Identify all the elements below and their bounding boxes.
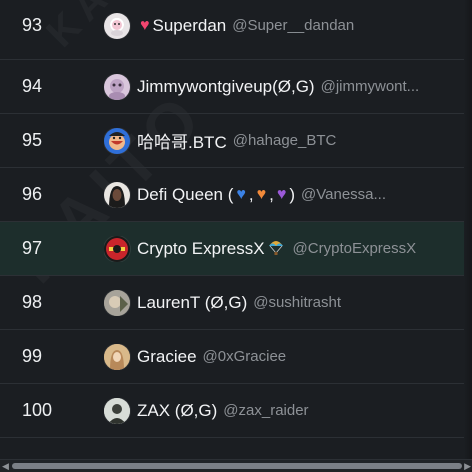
rank-cell: 100 bbox=[22, 400, 53, 420]
blue-heart-icon: ♥ bbox=[236, 185, 246, 203]
user-handle[interactable]: @0xGraciee bbox=[203, 348, 287, 365]
table-row[interactable]: 99 Graciee @0xGraciee bbox=[0, 330, 472, 384]
avatar[interactable] bbox=[104, 343, 130, 370]
separator: , bbox=[269, 184, 274, 204]
table-row[interactable]: 95 哈哈哥.BTC @hahage_BTC bbox=[0, 114, 472, 168]
rank-cell: 97 bbox=[22, 238, 43, 258]
display-name[interactable]: Jimmywontgiveup(Ø,G) bbox=[137, 77, 315, 97]
avatar-cryptoexpress bbox=[106, 237, 128, 260]
display-name[interactable]: 哈哈哥.BTC bbox=[137, 128, 227, 153]
scroll-left-icon[interactable]: ◀ bbox=[2, 461, 9, 472]
user-cell[interactable]: Defi Queen ( ♥ , ♥ , ♥ ) @Vanessa... bbox=[104, 181, 472, 208]
rank-cell: 95 bbox=[22, 130, 43, 150]
avatar[interactable] bbox=[104, 235, 130, 262]
avatar[interactable] bbox=[104, 12, 130, 39]
user-handle[interactable]: @sushitrasht bbox=[253, 294, 341, 311]
table-row[interactable]: 94 Jimmywontgiveup(Ø,G) @jimmywont... bbox=[0, 60, 472, 114]
avatar[interactable] bbox=[104, 289, 130, 316]
user-cell[interactable]: ♥ Superdan @Super__dandan bbox=[104, 12, 472, 39]
avatar-superdan bbox=[111, 19, 123, 36]
user-handle[interactable]: @jimmywont... bbox=[321, 78, 420, 95]
table-row-highlighted[interactable]: 97 Crypto ExpressX @CryptoExpressX bbox=[0, 222, 472, 276]
avatar-laurent bbox=[104, 289, 130, 316]
avatar[interactable] bbox=[104, 73, 130, 100]
close-paren: ) bbox=[289, 184, 296, 204]
user-cell[interactable]: ZAX (Ø,G) @zax_raider bbox=[104, 397, 472, 424]
scroll-right-icon[interactable]: ▶ bbox=[464, 461, 471, 472]
scrollbar-thumb[interactable] bbox=[12, 463, 462, 469]
rank-cell: 96 bbox=[22, 184, 43, 204]
user-cell[interactable]: Jimmywontgiveup(Ø,G) @jimmywont... bbox=[104, 73, 472, 100]
user-cell[interactable]: Crypto ExpressX @CryptoExpressX bbox=[104, 235, 472, 262]
avatar-defiqueen bbox=[109, 185, 125, 208]
avatar-graciee bbox=[104, 343, 130, 370]
vertical-scroll-edge bbox=[464, 0, 472, 472]
display-name[interactable]: Graciee bbox=[137, 347, 197, 367]
display-name[interactable]: ZAX (Ø,G) bbox=[137, 401, 217, 421]
heart-icon: ♥ bbox=[140, 16, 150, 34]
avatar-jimmy bbox=[109, 78, 125, 100]
purple-heart-icon: ♥ bbox=[276, 185, 287, 203]
user-handle[interactable]: @CryptoExpressX bbox=[293, 240, 417, 257]
separator: , bbox=[248, 184, 254, 204]
avatar-hahage bbox=[109, 131, 125, 150]
avatar[interactable] bbox=[104, 397, 130, 424]
rank-cell: 99 bbox=[22, 346, 43, 366]
avatar-zax bbox=[104, 397, 130, 424]
rank-cell: 94 bbox=[22, 76, 43, 96]
table-row[interactable]: 96 Defi Queen ( ♥ , ♥ , ♥ ) @Vanessa... bbox=[0, 168, 472, 222]
avatar[interactable] bbox=[104, 127, 130, 154]
display-name[interactable]: Crypto ExpressX bbox=[137, 239, 265, 259]
display-name[interactable]: Defi Queen ( bbox=[137, 185, 233, 205]
table-row[interactable]: 93 ♥ Superdan @Super__dandan bbox=[0, 0, 472, 60]
display-name[interactable]: LaurenT (Ø,G) bbox=[137, 293, 247, 313]
user-cell[interactable]: Graciee @0xGraciee bbox=[104, 343, 472, 370]
table-row[interactable]: 100 ZAX (Ø,G) @zax_raider bbox=[0, 384, 472, 438]
table-row[interactable]: 98 LaurenT (Ø,G) @sushitrasht bbox=[0, 276, 472, 330]
user-cell[interactable]: 哈哈哥.BTC @hahage_BTC bbox=[104, 127, 472, 154]
user-handle[interactable]: @Vanessa... bbox=[301, 186, 386, 203]
rank-cell: 93 bbox=[22, 15, 43, 35]
rank-cell: 98 bbox=[22, 292, 43, 312]
avatar[interactable] bbox=[104, 181, 130, 208]
user-handle[interactable]: @hahage_BTC bbox=[233, 132, 337, 149]
orange-heart-icon: ♥ bbox=[256, 185, 267, 203]
display-name[interactable]: Superdan bbox=[153, 16, 227, 36]
leaderboard-table: 93 ♥ Superdan @Super__dandan 94 Jimmywon… bbox=[0, 0, 472, 438]
user-handle[interactable]: @Super__dandan bbox=[232, 17, 354, 34]
parachute-icon bbox=[268, 239, 284, 259]
user-cell[interactable]: LaurenT (Ø,G) @sushitrasht bbox=[104, 289, 472, 316]
user-handle[interactable]: @zax_raider bbox=[223, 402, 308, 419]
horizontal-scrollbar[interactable]: ◀ ▶ bbox=[0, 459, 472, 472]
